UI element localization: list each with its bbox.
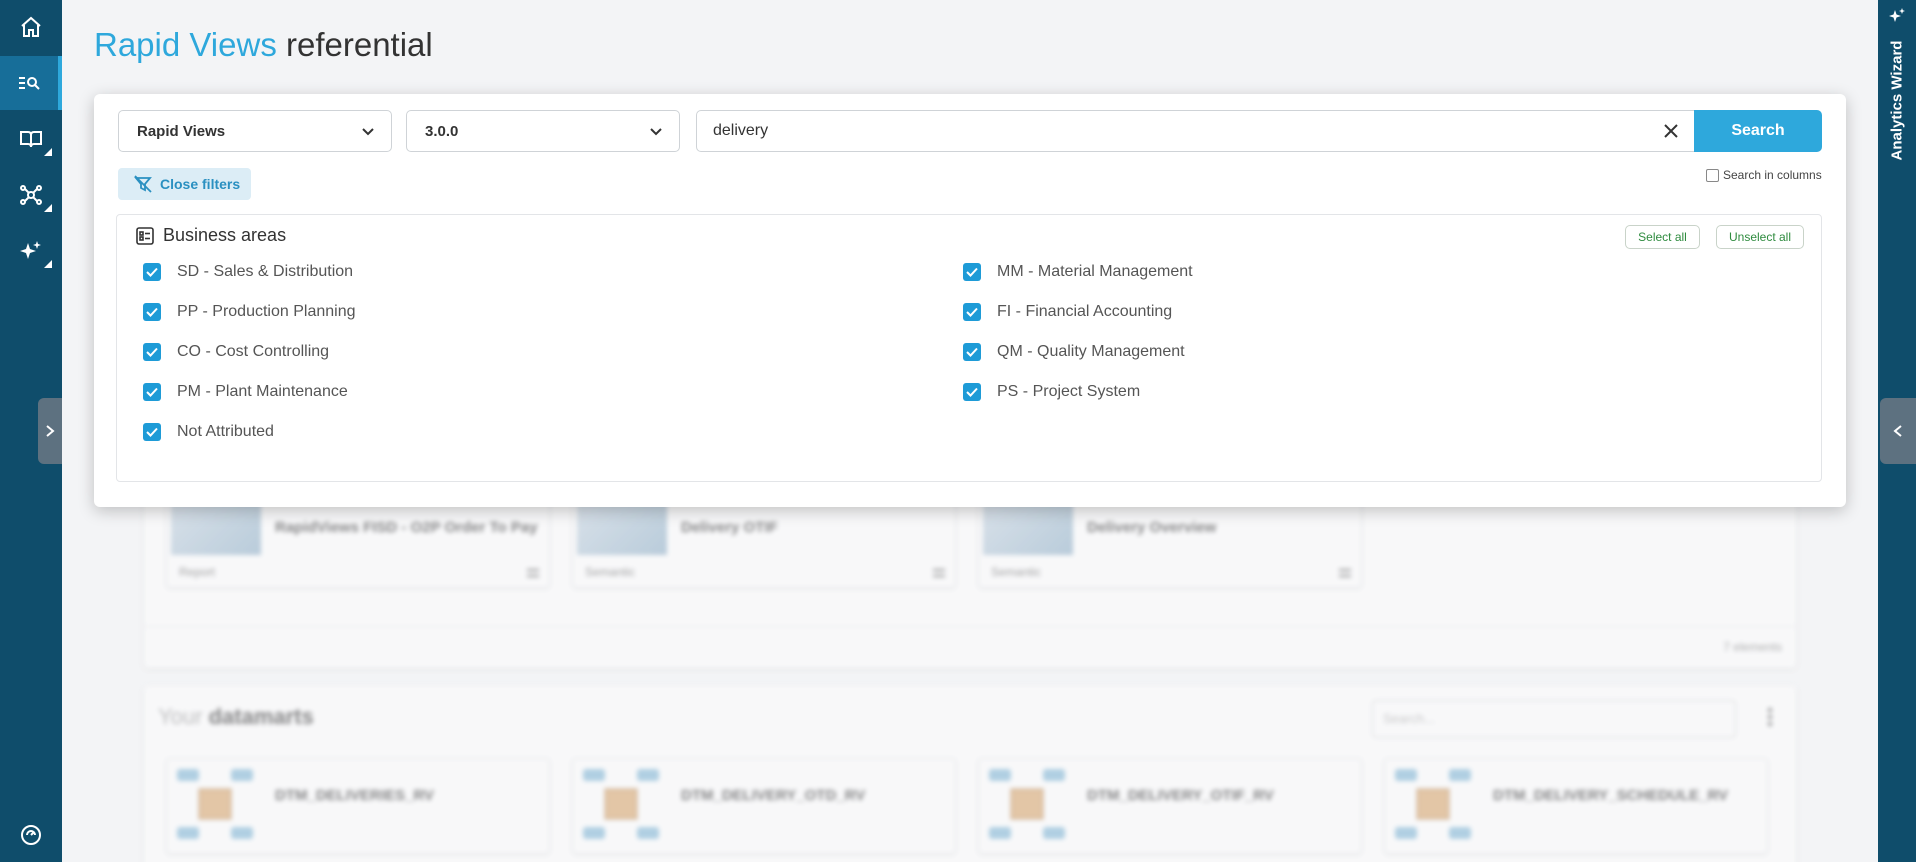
submenu-indicator bbox=[44, 260, 52, 268]
business-area-label: PP - Production Planning bbox=[177, 303, 356, 320]
page-title-rest: referential bbox=[276, 26, 433, 63]
check-icon bbox=[146, 387, 158, 397]
business-area-label: Not Attributed bbox=[177, 423, 274, 440]
business-area-label: PM - Plant Maintenance bbox=[177, 383, 348, 400]
check-icon bbox=[146, 347, 158, 357]
business-area-option[interactable]: CO - Cost Controlling bbox=[143, 343, 329, 361]
source-select[interactable]: Rapid Views bbox=[118, 110, 392, 152]
business-area-label: QM - Quality Management bbox=[997, 343, 1185, 360]
version-select[interactable]: 3.0.0 bbox=[406, 110, 680, 152]
search-panel: Rapid Views 3.0.0 delivery Search Close … bbox=[94, 94, 1846, 507]
checkbox-checked[interactable] bbox=[143, 423, 161, 441]
checkbox-checked[interactable] bbox=[963, 383, 981, 401]
business-area-option[interactable]: MM - Material Management bbox=[963, 263, 1193, 281]
search-in-columns-label: Search in columns bbox=[1723, 168, 1822, 182]
expand-right-panel-button[interactable] bbox=[1880, 398, 1916, 464]
analytics-wizard-label: Analytics Wizard bbox=[1888, 40, 1906, 160]
business-area-label: FI - Financial Accounting bbox=[997, 303, 1173, 320]
expand-left-panel-button[interactable] bbox=[38, 398, 62, 464]
business-area-option[interactable]: SD - Sales & Distribution bbox=[143, 263, 353, 281]
main-content: RapidViews FISD - O2P Order To Pay Repor… bbox=[62, 0, 1878, 862]
book-icon bbox=[20, 131, 42, 148]
check-icon bbox=[146, 307, 158, 317]
search-input[interactable]: delivery bbox=[696, 110, 1696, 152]
checkbox-checked[interactable] bbox=[963, 343, 981, 361]
business-area-option[interactable]: PS - Project System bbox=[963, 383, 1140, 401]
checkbox-checked[interactable] bbox=[143, 263, 161, 281]
business-area-option[interactable]: PP - Production Planning bbox=[143, 303, 355, 321]
checkbox-checked[interactable] bbox=[143, 383, 161, 401]
checklist-icon bbox=[136, 226, 154, 245]
business-areas-title: Business areas bbox=[163, 225, 287, 245]
close-filters-label: Close filters bbox=[160, 176, 241, 192]
filter-off-icon bbox=[134, 175, 152, 193]
search-in-columns[interactable]: Search in columns bbox=[1706, 168, 1822, 182]
business-areas-heading: Business areas bbox=[135, 225, 286, 246]
check-icon bbox=[146, 267, 158, 277]
business-area-label: CO - Cost Controlling bbox=[177, 343, 330, 360]
business-area-label: MM - Material Management bbox=[997, 263, 1193, 280]
close-filters-button[interactable]: Close filters bbox=[118, 168, 251, 200]
check-icon bbox=[966, 307, 978, 317]
search-button[interactable]: Search bbox=[1694, 110, 1822, 152]
support-icon bbox=[21, 825, 41, 845]
close-icon[interactable] bbox=[1662, 122, 1680, 140]
submenu-indicator bbox=[44, 204, 52, 212]
select-all-button[interactable]: Select all bbox=[1625, 225, 1700, 249]
network-nav-button[interactable] bbox=[0, 168, 62, 222]
sparkle-icon bbox=[20, 241, 41, 259]
business-areas-filter: Business areas Select all Unselect all S… bbox=[116, 214, 1822, 482]
source-select-value: Rapid Views bbox=[137, 122, 226, 140]
wizard-nav-button[interactable] bbox=[0, 224, 62, 278]
search-nav-button[interactable] bbox=[0, 56, 62, 110]
page-title-accent: Rapid Views bbox=[94, 26, 277, 63]
page-title: Rapid Views referential bbox=[94, 26, 433, 64]
home-nav-button[interactable] bbox=[0, 0, 62, 54]
network-icon bbox=[20, 185, 42, 205]
checkbox-checked[interactable] bbox=[143, 343, 161, 361]
check-icon bbox=[966, 347, 978, 357]
support-nav-button[interactable] bbox=[0, 808, 62, 862]
business-area-option[interactable]: Not Attributed bbox=[143, 423, 274, 441]
search-in-columns-checkbox[interactable] bbox=[1706, 168, 1719, 182]
catalog-nav-button[interactable] bbox=[0, 112, 62, 166]
business-area-option[interactable]: PM - Plant Maintenance bbox=[143, 383, 348, 401]
business-area-option[interactable]: FI - Financial Accounting bbox=[963, 303, 1172, 321]
search-list-icon bbox=[19, 77, 40, 90]
check-icon bbox=[966, 267, 978, 277]
checkbox-checked[interactable] bbox=[963, 303, 981, 321]
chevron-down-icon bbox=[362, 128, 374, 136]
chevron-left-icon bbox=[1893, 425, 1902, 437]
business-area-label: PS - Project System bbox=[997, 383, 1141, 400]
home-icon bbox=[21, 16, 41, 37]
checkbox-checked[interactable] bbox=[143, 303, 161, 321]
version-select-value: 3.0.0 bbox=[425, 122, 459, 140]
sparkle-icon bbox=[1889, 8, 1905, 22]
chevron-right-icon bbox=[46, 425, 55, 437]
business-area-label: SD - Sales & Distribution bbox=[177, 263, 354, 280]
business-area-option[interactable]: QM - Quality Management bbox=[963, 343, 1185, 361]
unselect-all-button[interactable]: Unselect all bbox=[1716, 225, 1804, 249]
chevron-down-icon bbox=[650, 128, 662, 136]
check-icon bbox=[966, 387, 978, 397]
submenu-indicator bbox=[44, 148, 52, 156]
check-icon bbox=[146, 427, 158, 437]
checkbox-checked[interactable] bbox=[963, 263, 981, 281]
